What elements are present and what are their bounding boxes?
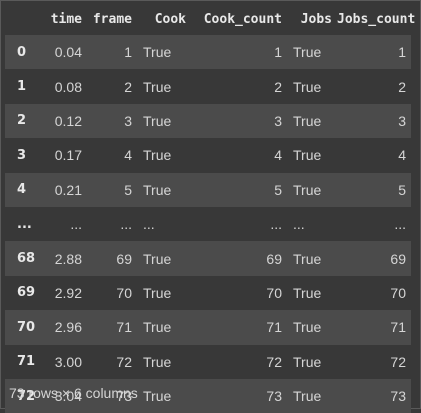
cell-cook: True (143, 284, 172, 301)
cell-index: 3 (17, 147, 27, 163)
cell-jobs: ... (293, 216, 305, 233)
table-shape-footer: 73 rows × 6 columns (9, 385, 138, 401)
cell-cook-count: 1 (274, 44, 282, 61)
cell-index: 71 (17, 354, 36, 370)
cell-cook: ... (143, 216, 155, 233)
table-row: 2 0.12 3 True 3 True 3 (5, 103, 411, 139)
cell-index: 69 (17, 285, 36, 301)
cell-frame: 72 (116, 353, 132, 370)
cell-index: 70 (17, 319, 36, 335)
cell-time: 2.92 (54, 284, 82, 301)
cell-index: 1 (17, 79, 27, 95)
cell-jobs-count: 3 (398, 112, 406, 129)
table-body: 0 0.04 1 True 1 True 1 1 0.08 2 True 2 True 2 2 0.12 3 Tr… (5, 35, 411, 413)
cell-cook-count: 3 (274, 112, 282, 129)
cell-jobs: True (293, 44, 322, 61)
table-row: 3 0.17 4 True 4 True 4 (5, 138, 411, 173)
cell-time: 3.00 (54, 353, 82, 370)
cell-index: 0 (17, 44, 27, 60)
cell-jobs: True (293, 284, 322, 301)
column-header-time: time (50, 12, 82, 27)
cell-cook: True (143, 181, 172, 198)
cell-cook-count: 72 (266, 353, 282, 370)
cell-jobs-count: 71 (390, 319, 406, 336)
cell-jobs-count: 1 (398, 44, 406, 61)
table-row: 69 2.92 70 True 70 True 70 (5, 275, 411, 311)
cell-time: 0.04 (54, 44, 82, 61)
cell-time: 0.08 (54, 78, 82, 95)
dataframe-output: time frame Cook Cook_count Jobs Jobs_count 00… (0, 0, 421, 413)
table-row: 1 0.08 2 True 2 True 2 (5, 69, 411, 104)
cell-time: 2.96 (54, 319, 82, 336)
cell-jobs-count: 70 (390, 284, 406, 301)
cell-frame: 4 (124, 147, 132, 164)
column-header-cook-count: Cook_count (203, 12, 282, 27)
cell-jobs: True (293, 181, 322, 198)
cell-time: 0.12 (54, 112, 82, 129)
cell-jobs: True (293, 250, 322, 267)
cell-frame: ... (120, 216, 132, 233)
cell-jobs-count: 73 (390, 388, 406, 405)
cell-time: ... (70, 216, 82, 233)
cell-cook: True (143, 250, 172, 267)
cell-jobs: True (293, 319, 322, 336)
cell-jobs-count: 4 (398, 147, 406, 164)
cell-cook: True (143, 78, 172, 95)
cell-index: 68 (17, 251, 36, 267)
cell-frame: 3 (124, 112, 132, 129)
cell-time: 0.21 (54, 181, 82, 198)
cell-time: 0.17 (54, 147, 82, 164)
cell-cook-count: 73 (266, 388, 282, 405)
column-header-cook: Cook (154, 12, 186, 27)
cell-time: 2.88 (54, 250, 82, 267)
cell-cook-count: 70 (266, 284, 282, 301)
cell-frame: 5 (124, 181, 132, 198)
cell-cook-count: 4 (274, 147, 282, 164)
cell-jobs-count: 72 (390, 353, 406, 370)
cell-cook: True (143, 319, 172, 336)
cell-frame: 71 (116, 319, 132, 336)
table-row: 0 0.04 1 True 1 True 1 (5, 35, 411, 70)
cell-cook: True (143, 388, 172, 405)
header-row: time frame Cook Cook_count Jobs Jobs_count (5, 4, 416, 35)
cell-jobs: True (293, 147, 322, 164)
cell-jobs-count: ... (394, 216, 406, 233)
dataframe-table: time frame Cook Cook_count Jobs Jobs_count 00… (5, 4, 416, 413)
cell-jobs: True (293, 353, 322, 370)
cell-index: 4 (17, 182, 27, 198)
cell-jobs-count: 5 (398, 181, 406, 198)
column-header-jobs: Jobs (300, 12, 332, 27)
cell-jobs-count: 69 (390, 250, 406, 267)
cell-jobs: True (293, 112, 322, 129)
cell-cook-count: ... (270, 216, 282, 233)
cell-frame: 70 (116, 284, 132, 301)
cell-cook-count: 5 (274, 181, 282, 198)
cell-frame: 1 (124, 44, 132, 61)
cell-jobs: True (293, 388, 322, 405)
table-row: 70 2.96 71 True 71 True 71 (5, 310, 411, 345)
column-header-index (5, 4, 39, 35)
cell-cook: True (143, 147, 172, 164)
table-row: 4 0.21 5 True 5 True 5 (5, 172, 411, 207)
cell-index: ... (17, 216, 32, 232)
cell-cook-count: 69 (266, 250, 282, 267)
cell-cook: True (143, 353, 172, 370)
cell-cook-count: 2 (274, 78, 282, 95)
cell-cook-count: 71 (266, 319, 282, 336)
table-row: 68 2.88 69 True 69 True 69 (5, 241, 411, 276)
cell-frame: 69 (116, 250, 132, 267)
cell-frame: 2 (124, 78, 132, 95)
cell-cook: True (143, 44, 172, 61)
column-header-jobs-count: Jobs_count (337, 12, 416, 27)
column-header-frame: frame (92, 12, 132, 27)
cell-index: 2 (17, 113, 27, 129)
cell-jobs-count: 2 (398, 78, 406, 95)
table-row: ..................... (5, 206, 411, 242)
cell-cook: True (143, 112, 172, 129)
cell-jobs: True (293, 78, 322, 95)
table-row: 71 3.00 72 True 72 True 72 (5, 344, 411, 379)
